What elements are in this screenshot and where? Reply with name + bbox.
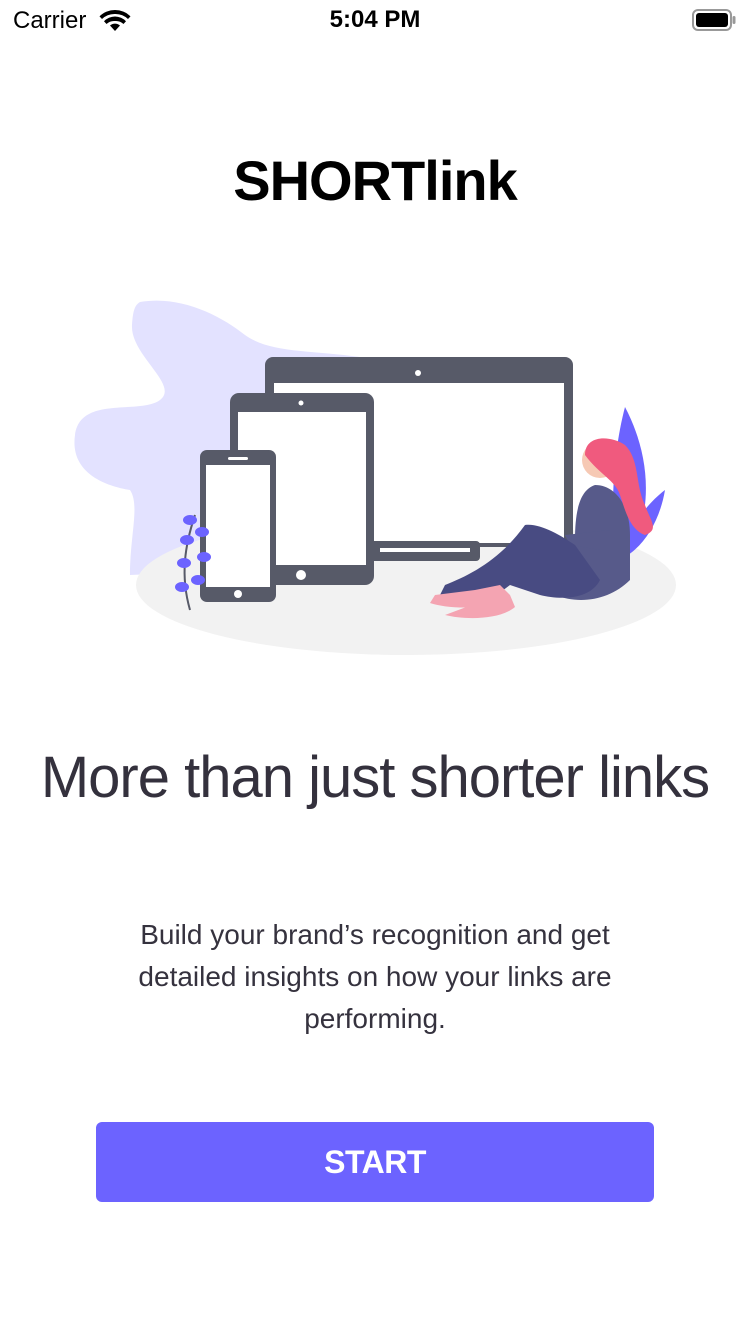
devices-illustration [74, 300, 676, 655]
battery-icon [692, 9, 736, 31]
status-time: 5:04 PM [329, 6, 421, 33]
headline: More than just shorter links [40, 745, 710, 810]
subtext: Build your brand’s recognition and get d… [138, 919, 612, 1034]
start-button[interactable]: START [96, 1122, 654, 1202]
status-bar: Carrier 5:04 PM [0, 0, 750, 40]
app-logo: SHORTlink [233, 149, 517, 212]
